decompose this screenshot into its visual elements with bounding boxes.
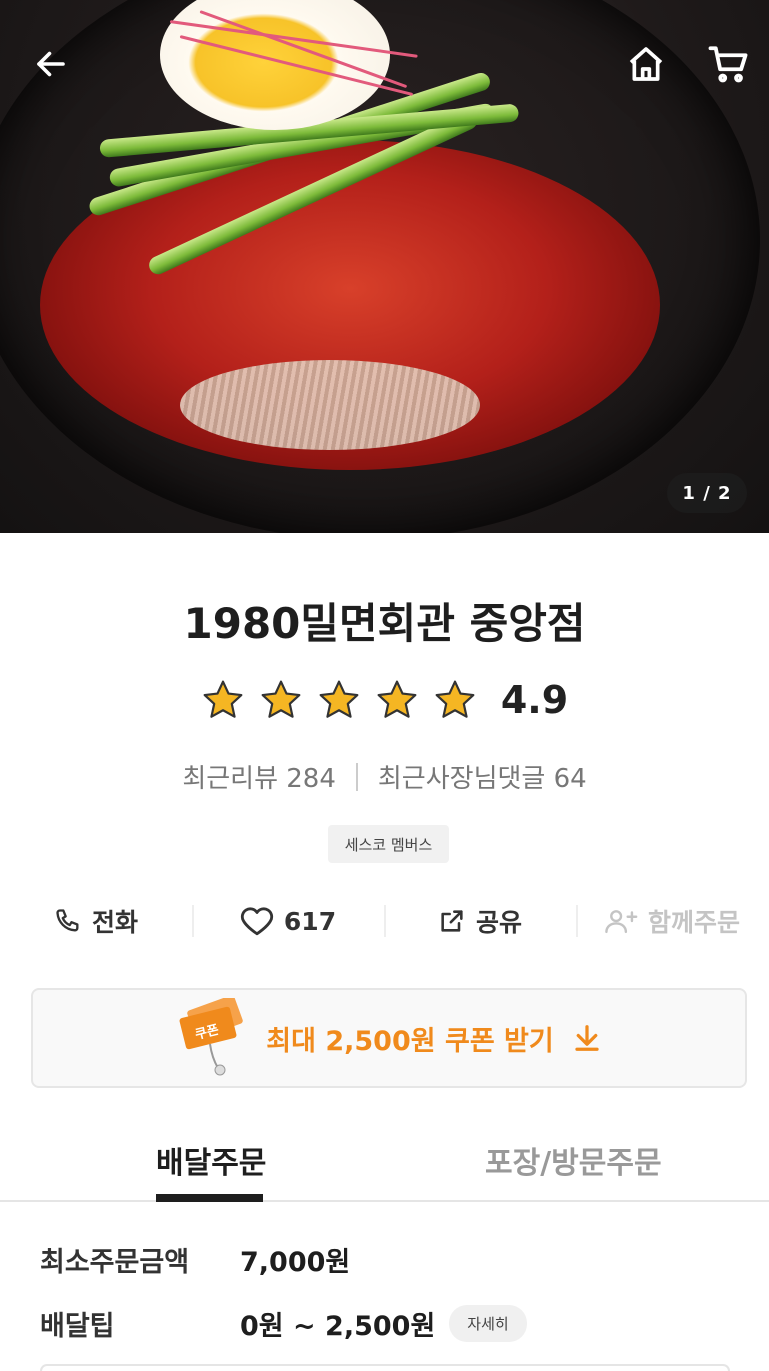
star-icon — [203, 680, 243, 718]
like-button[interactable]: 617 — [192, 893, 384, 949]
action-row: 전화 617 공유 함께주문 — [0, 893, 769, 949]
min-order-row: 최소주문금액 7,000원 — [40, 1240, 350, 1279]
group-order-button[interactable]: 함께주문 — [576, 893, 768, 949]
call-label: 전화 — [91, 908, 138, 937]
star-icon — [377, 680, 417, 718]
heart-icon — [240, 907, 273, 936]
back-button[interactable] — [27, 40, 75, 88]
review-summary: 최근리뷰 284 최근사장님댓글 64 — [0, 758, 769, 795]
rating-value: 4.9 — [500, 678, 569, 722]
share-icon — [441, 910, 463, 932]
noodle-illustration — [180, 360, 480, 450]
image-page-indicator: 1 / 2 — [667, 473, 747, 513]
recent-reviews-link[interactable]: 최근리뷰 284 — [182, 758, 336, 795]
star-icon — [435, 680, 475, 718]
cart-icon — [708, 46, 748, 83]
cesco-members-badge: 세스코 멤버스 — [328, 825, 449, 863]
group-order-label: 함께주문 — [647, 908, 740, 937]
cart-button[interactable] — [704, 40, 752, 88]
divider — [355, 762, 358, 791]
coupon-icon: 쿠폰 — [179, 998, 244, 1076]
min-order-value: 7,000원 — [240, 1247, 351, 1278]
download-arrow-icon — [575, 1025, 599, 1051]
next-section-edge — [40, 1364, 730, 1371]
star-icon — [319, 680, 359, 718]
rating-row: 4.9 — [0, 678, 769, 722]
tab-pickup[interactable]: 포장/방문주문 — [420, 1120, 769, 1200]
owner-comments-link[interactable]: 최근사장님댓글 64 — [378, 758, 587, 795]
min-order-label: 최소주문금액 — [40, 1247, 190, 1278]
home-button[interactable] — [622, 40, 670, 88]
arrow-left-icon — [37, 51, 65, 77]
coupon-download-button[interactable]: 쿠폰 최대 2,500원 쿠폰 받기 — [31, 988, 747, 1088]
coupon-label: 최대 2,500원 쿠폰 받기 — [266, 1025, 554, 1057]
home-icon — [629, 47, 663, 81]
tab-delivery[interactable]: 배달주문 — [0, 1120, 420, 1202]
star-icon — [261, 680, 301, 718]
store-name: 1980밀면회관 중앙점 — [183, 599, 586, 648]
delivery-tip-value: 0원 ~ 2,500원 — [240, 1311, 436, 1342]
delivery-tip-row: 배달팁 0원 ~ 2,500원 자세히 — [40, 1304, 527, 1343]
add-person-icon — [605, 910, 638, 934]
delivery-tip-label: 배달팁 — [40, 1311, 115, 1342]
store-hero-image[interactable]: 1 / 2 — [0, 0, 769, 533]
share-label: 공유 — [475, 908, 522, 937]
call-button[interactable]: 전화 — [0, 893, 192, 949]
phone-icon — [56, 909, 79, 932]
order-type-tabs: 배달주문 포장/방문주문 — [0, 1120, 769, 1202]
delivery-tip-detail-button[interactable]: 자세히 — [449, 1305, 527, 1342]
like-count: 617 — [283, 906, 337, 936]
share-button[interactable]: 공유 — [384, 893, 576, 949]
